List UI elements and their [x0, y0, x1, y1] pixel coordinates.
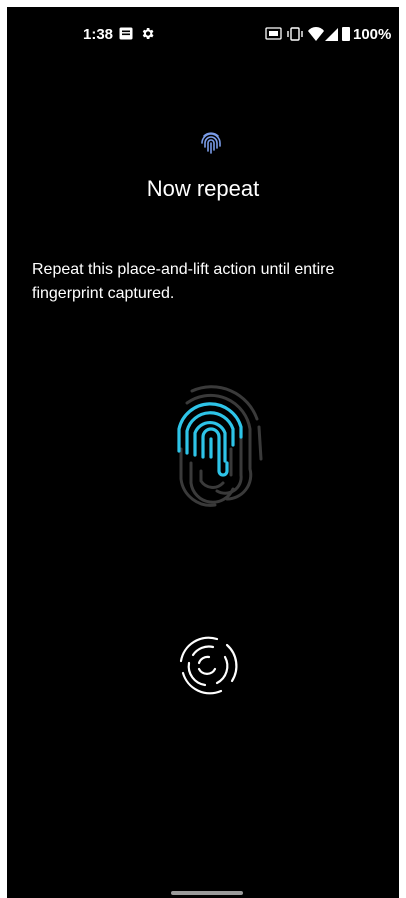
wifi-icon — [308, 27, 324, 41]
battery-percentage: 100% — [353, 26, 392, 43]
settings-icon — [140, 26, 155, 45]
instruction-text: Repeat this place-and-lift action until … — [32, 261, 335, 302]
nfc-icon — [265, 27, 282, 40]
status-icons — [265, 26, 351, 46]
fingerprint-sensor-icon[interactable] — [177, 635, 239, 702]
page-title: Now repeat — [146, 176, 260, 201]
battery-icon — [342, 27, 350, 41]
fingerprint-header-icon — [200, 131, 222, 160]
status-time: 1:38 — [83, 26, 114, 43]
fingerprint-progress-illustration — [157, 379, 267, 514]
screen: 1:38 100% Now repeat Repeat this place-a… — [7, 7, 399, 898]
status-bar: 1:38 100% — [7, 7, 399, 47]
signal-icon — [325, 28, 338, 41]
home-indicator[interactable] — [171, 891, 243, 895]
notification-icon — [119, 27, 133, 44]
vibrate-icon — [287, 27, 303, 41]
